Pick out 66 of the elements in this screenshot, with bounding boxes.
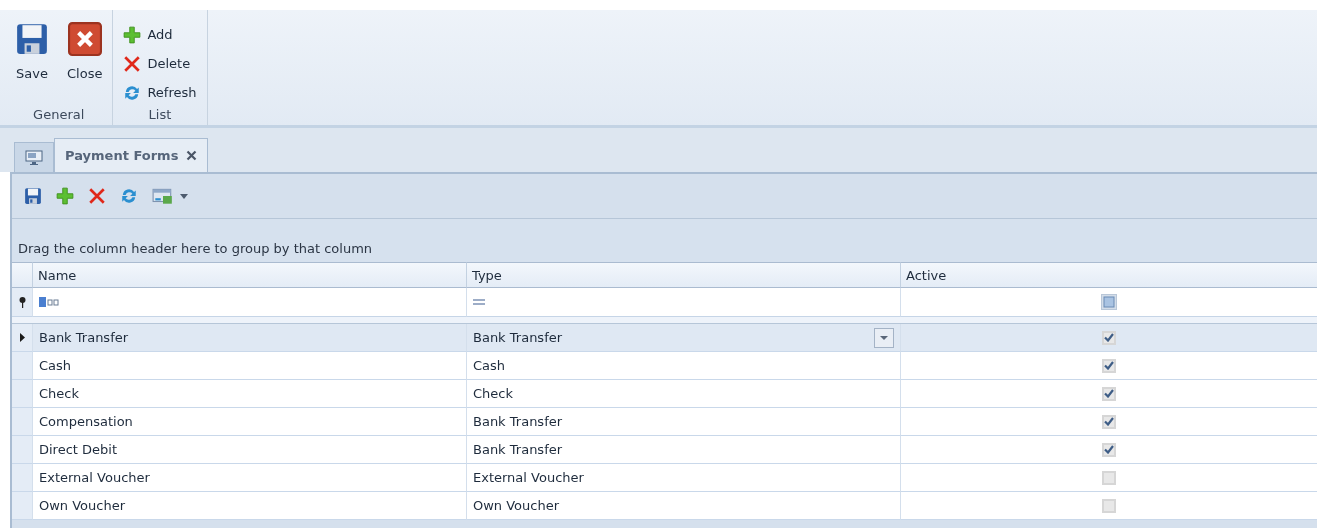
checkbox[interactable] — [1102, 330, 1116, 345]
checkbox[interactable] — [1102, 470, 1116, 485]
check-icon — [1104, 417, 1114, 426]
column-header[interactable]: Name — [32, 262, 466, 288]
checkbox[interactable] — [1102, 386, 1116, 401]
table-cell: External Voucher — [466, 464, 900, 492]
monitor-icon — [25, 149, 43, 166]
table-cell: Own Voucher — [32, 492, 466, 520]
current-row-icon — [19, 333, 25, 342]
ribbon-button[interactable]: Save — [15, 22, 49, 107]
table-cell: Bank Transfer — [466, 408, 900, 436]
table-cell: Check — [466, 380, 900, 408]
toolbar-button[interactable] — [88, 187, 106, 205]
pin-icon — [18, 296, 26, 308]
column-header[interactable]: Active — [900, 262, 1317, 288]
group-label: General — [32, 107, 86, 124]
refresh-icon — [123, 83, 142, 102]
equals-icon — [473, 299, 485, 305]
save-icon — [15, 22, 49, 56]
table-cell: Compensation — [32, 408, 466, 436]
ribbon-button[interactable]: Add — [123, 20, 197, 49]
checkbox-filter-icon — [1101, 294, 1117, 310]
table-cell: Bank Transfer — [466, 436, 900, 464]
tab-label: Payment Forms — [65, 148, 179, 163]
table-cell: Own Voucher — [466, 492, 900, 520]
checkbox[interactable] — [1102, 414, 1116, 429]
table-cell: Direct Debit — [32, 436, 466, 464]
table-cell: Cash — [466, 352, 900, 380]
ribbon-button[interactable]: Refresh — [123, 78, 197, 107]
table-cell: Bank Transfer — [32, 324, 466, 352]
toolbar-button[interactable] — [120, 187, 138, 205]
check-icon — [1104, 389, 1114, 398]
export-grid-icon — [152, 187, 174, 205]
close-icon — [67, 22, 102, 56]
row-indicator[interactable] — [12, 324, 32, 352]
caret-icon — [180, 193, 188, 199]
toolbar-button[interactable] — [56, 187, 74, 205]
checkbox[interactable] — [1102, 442, 1116, 457]
table-cell: Bank Transfer — [466, 324, 900, 352]
desktop-tab[interactable] — [14, 142, 54, 172]
table-cell: External Voucher — [32, 464, 466, 492]
save-icon — [24, 187, 42, 205]
checkbox[interactable] — [1102, 498, 1116, 513]
table-cell: Cash — [32, 352, 466, 380]
close-icon — [186, 149, 198, 161]
add-icon — [56, 187, 74, 205]
delete-icon — [123, 54, 142, 73]
ribbon-button[interactable]: Close — [67, 22, 103, 107]
caret-icon — [880, 335, 888, 340]
ribbon-button[interactable]: Delete — [123, 49, 197, 78]
dropdown-button[interactable] — [874, 327, 894, 348]
check-icon — [1104, 361, 1114, 370]
add-icon — [123, 25, 142, 44]
refresh-icon — [120, 187, 138, 205]
check-icon — [1104, 333, 1114, 342]
check-icon — [1104, 445, 1114, 454]
delete-icon — [88, 187, 106, 205]
group-label: List — [147, 107, 173, 124]
group-hint: Drag the column header here to group by that column — [18, 241, 373, 256]
text-filter-icon — [39, 297, 59, 307]
table-cell: Check — [32, 380, 466, 408]
document-tab[interactable]: Payment Forms — [54, 138, 209, 172]
toolbar-button[interactable] — [24, 187, 42, 205]
toolbar-button[interactable] — [152, 187, 188, 205]
checkbox[interactable] — [1102, 358, 1116, 373]
column-header[interactable]: Type — [466, 262, 900, 288]
